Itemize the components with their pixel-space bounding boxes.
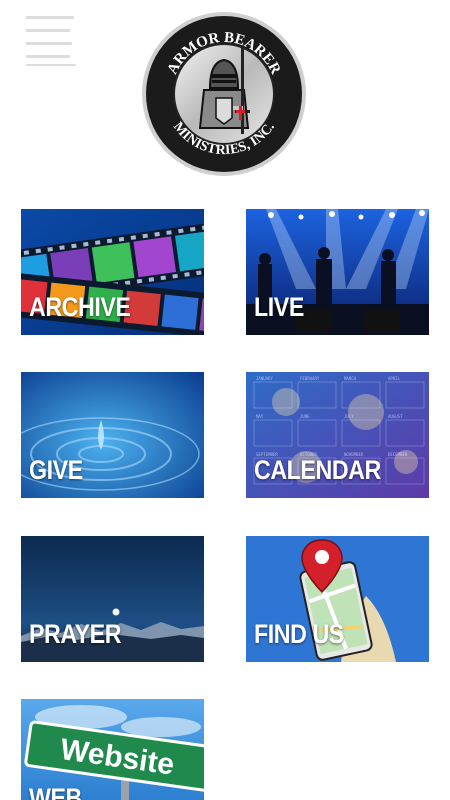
tile-label: LIVE xyxy=(254,292,304,322)
calendar-month-label: APRIL xyxy=(388,376,401,381)
tile-archive[interactable]: ARCHIVE xyxy=(21,209,204,335)
moon-icon xyxy=(112,608,120,616)
tile-give[interactable]: GIVE xyxy=(21,372,204,498)
tile-label: PRAYER xyxy=(29,619,122,649)
calendar-month-label: AUGUST xyxy=(388,414,403,419)
calendar-month-label: FEBRUARY xyxy=(300,376,320,381)
tile-prayer[interactable]: PRAYER xyxy=(21,536,204,662)
calendar-month-label: JULY xyxy=(344,414,354,419)
ministry-logo: ARMOR BEARER MINISTRIES, INC. xyxy=(140,10,308,178)
tile-calendar[interactable]: JANUARY FEBRUARY MARCH APRIL MAY JUNE JU… xyxy=(246,372,429,498)
calendar-month-label: DECEMBER xyxy=(388,452,408,457)
tile-live[interactable]: LIVE xyxy=(246,209,429,335)
calendar-month-label: JUNE xyxy=(300,414,310,419)
calendar-month-label: JANUARY xyxy=(256,376,273,381)
tile-label: CALENDAR xyxy=(254,455,381,485)
tile-find-us[interactable]: FIND US xyxy=(246,536,429,662)
tile-label: GIVE xyxy=(29,455,83,485)
calendar-month-label: MAY xyxy=(256,414,264,419)
tile-label: WEB xyxy=(29,783,82,800)
menu-button[interactable] xyxy=(24,12,78,68)
calendar-month-label: MARCH xyxy=(344,376,357,381)
tile-label: ARCHIVE xyxy=(29,292,131,322)
tile-web[interactable]: Website WEB xyxy=(21,699,204,800)
tile-label: FIND US xyxy=(254,619,344,649)
